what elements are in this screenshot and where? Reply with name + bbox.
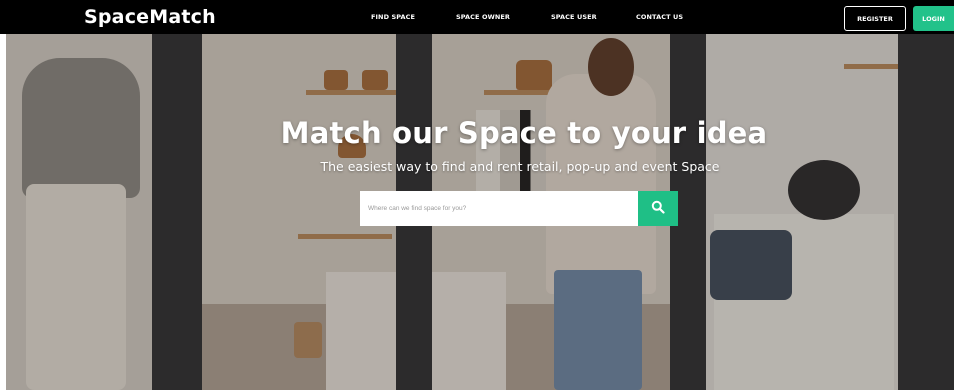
space-search-bar xyxy=(360,191,678,226)
nav-link-space-owner[interactable]: SPACE OWNER xyxy=(456,13,510,21)
top-navbar: SpaceMatch FIND SPACE SPACE OWNER SPACE … xyxy=(0,0,954,34)
register-button[interactable]: REGISTER xyxy=(844,6,906,31)
search-icon xyxy=(651,200,665,217)
hero-title: Match our Space to your idea xyxy=(280,116,768,150)
login-button[interactable]: LOGIN xyxy=(913,6,954,31)
hero-subtitle: The easiest way to find and rent retail,… xyxy=(320,159,720,174)
space-search-input[interactable] xyxy=(360,191,638,226)
main-nav: FIND SPACE SPACE OWNER SPACE USER CONTAC… xyxy=(0,0,954,34)
nav-link-find-space[interactable]: FIND SPACE xyxy=(371,13,415,21)
nav-link-space-user[interactable]: SPACE USER xyxy=(551,13,597,21)
search-button[interactable] xyxy=(638,191,678,226)
nav-link-contact-us[interactable]: CONTACT US xyxy=(636,13,683,21)
